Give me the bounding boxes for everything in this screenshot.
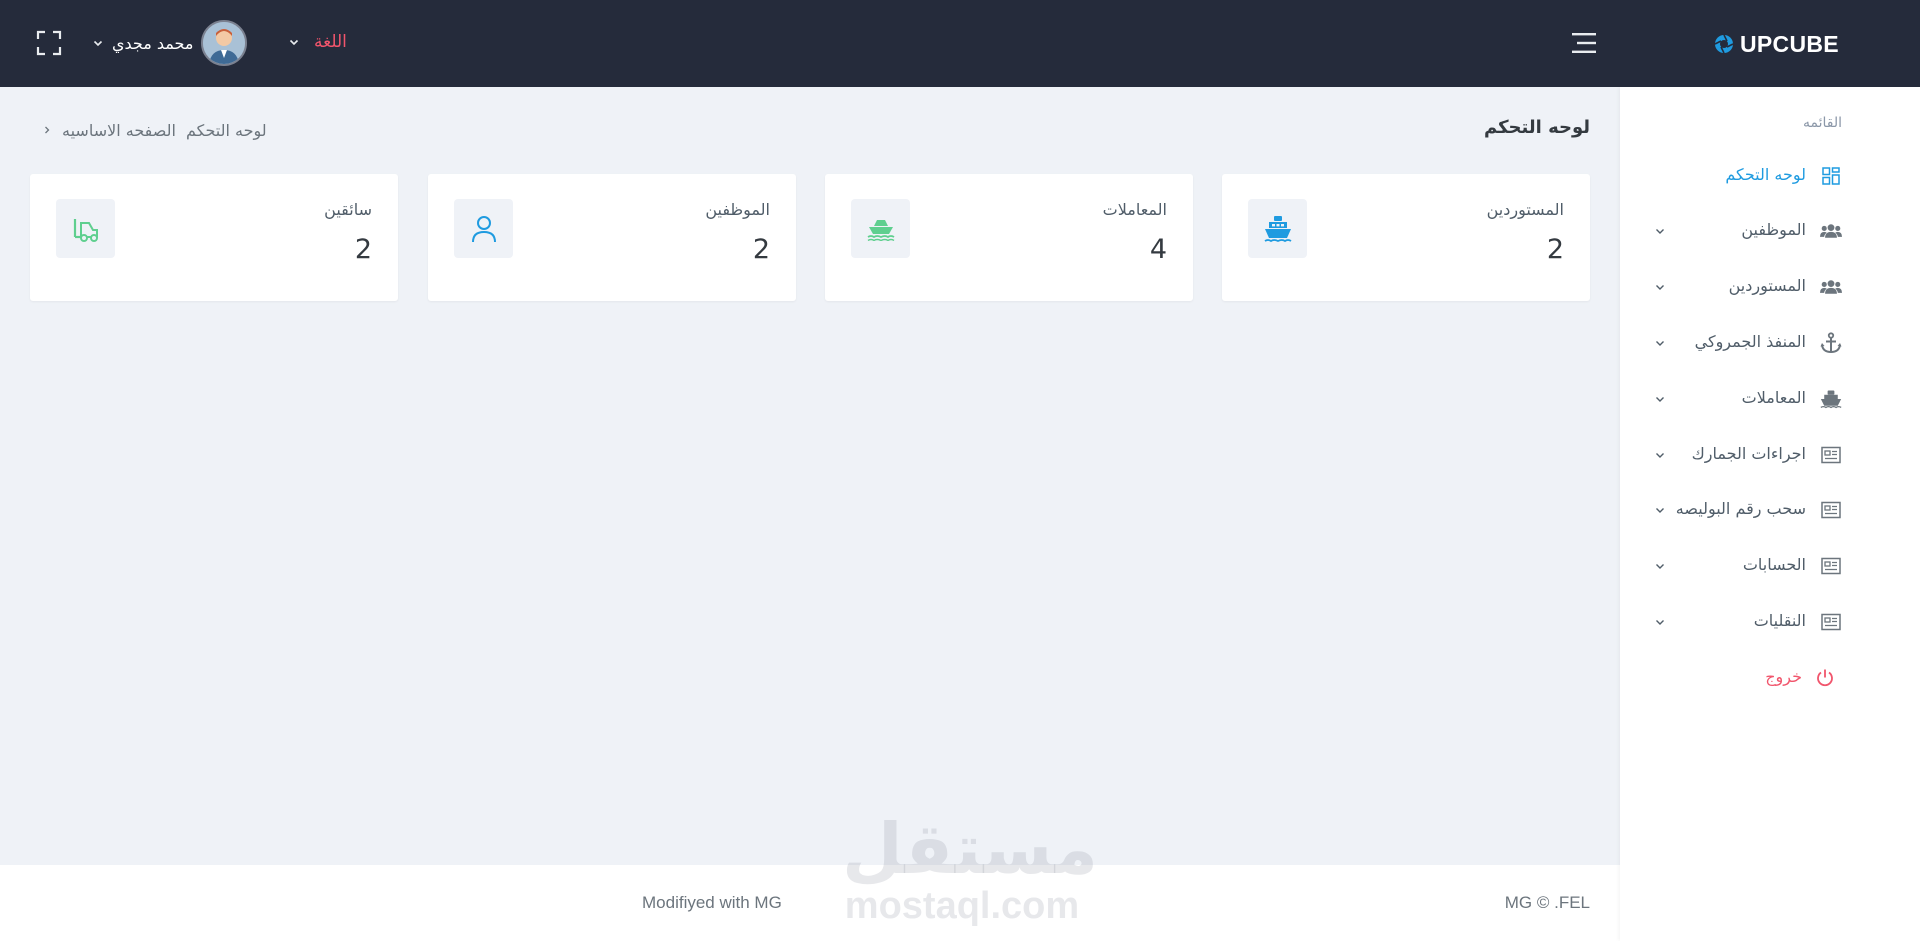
stat-card-value: 2 bbox=[752, 234, 770, 265]
sidebar-menu-title: القائمه bbox=[1803, 115, 1842, 131]
breadcrumb-current: لوحه التحكم bbox=[185, 120, 267, 140]
sidebar-item-customs-port[interactable]: المنفذ الجمروكي bbox=[1620, 323, 1920, 363]
users-icon bbox=[1820, 277, 1842, 297]
forklift-icon bbox=[56, 199, 115, 258]
chevron-down-icon bbox=[1656, 508, 1664, 513]
stat-card-employees: الموظفين 2 bbox=[428, 174, 796, 301]
sidebar-item-label: المعاملات bbox=[1741, 388, 1806, 407]
chevron-down-icon bbox=[1656, 620, 1664, 625]
language-label: اللغة bbox=[314, 32, 347, 52]
stat-card-value: 2 bbox=[354, 234, 372, 265]
sidebar-item-label: خروج bbox=[1765, 667, 1802, 686]
chevron-down-icon bbox=[1656, 229, 1664, 234]
hamburger-icon bbox=[1572, 33, 1596, 53]
sidebar-item-label: اجراءات الجمارك bbox=[1691, 444, 1806, 463]
sidebar-item-label: النقليات bbox=[1753, 611, 1806, 630]
user-name: محمد مجدي bbox=[112, 33, 194, 53]
sidebar-item-bill-of-lading[interactable]: سحب رقم البوليصه bbox=[1620, 490, 1920, 530]
sidebar-item-label: المنفذ الجمروكي bbox=[1694, 332, 1806, 351]
power-icon bbox=[1814, 668, 1836, 688]
anchor-icon bbox=[1820, 332, 1842, 354]
chevron-down-icon bbox=[289, 39, 299, 46]
stat-card-label: سائقين bbox=[324, 200, 372, 219]
users-icon bbox=[1820, 221, 1842, 241]
chevron-down-icon bbox=[1656, 285, 1664, 290]
aperture-logo-icon bbox=[1714, 34, 1734, 54]
page-title: لوحه التحكم bbox=[1483, 117, 1590, 138]
sidebar-item-accounts[interactable]: الحسابات bbox=[1620, 546, 1920, 586]
newspaper-icon bbox=[1820, 500, 1842, 520]
chevron-down-icon bbox=[1656, 397, 1664, 402]
footer-copyright: MG © .FEL bbox=[1504, 893, 1590, 912]
fullscreen-button[interactable] bbox=[36, 30, 62, 56]
stat-card-label: المعاملات bbox=[1102, 200, 1167, 219]
avatar[interactable] bbox=[201, 20, 248, 66]
sidebar-item-employees[interactable]: الموظفين bbox=[1620, 211, 1920, 251]
dashboard-grid-icon bbox=[1820, 166, 1842, 186]
fullscreen-icon bbox=[36, 30, 62, 56]
newspaper-icon bbox=[1820, 445, 1842, 465]
newspaper-icon bbox=[1820, 612, 1842, 632]
user-menu[interactable]: محمد مجدي bbox=[92, 20, 248, 66]
chevron-down-icon bbox=[1656, 341, 1664, 346]
brand-logo[interactable]: UPCUBE bbox=[1714, 30, 1839, 58]
sidebar-item-logout[interactable]: خروج bbox=[1620, 658, 1920, 698]
sidebar-item-label: لوحه التحكم bbox=[1725, 165, 1806, 184]
sidebar-item-dashboard[interactable]: لوحه التحكم bbox=[1620, 156, 1920, 196]
stat-card-transactions: المعاملات 4 bbox=[825, 174, 1193, 301]
sidebar-item-customs-procedures[interactable]: اجراءات الجمارك bbox=[1620, 435, 1920, 475]
footer: Modifiyed with MG MG © .FEL bbox=[0, 865, 1620, 941]
ship-sea-icon bbox=[851, 199, 910, 258]
breadcrumb: الصفحه الاساسيه لوحه التحكم bbox=[42, 119, 267, 141]
chevron-down-icon bbox=[1656, 453, 1664, 458]
user-icon bbox=[454, 199, 513, 258]
sidebar-item-transactions[interactable]: المعاملات bbox=[1620, 379, 1920, 419]
sidebar-item-transport[interactable]: النقليات bbox=[1620, 602, 1920, 642]
breadcrumb-home-link[interactable]: الصفحه الاساسيه bbox=[62, 121, 176, 140]
sidebar-item-label: الموظفين bbox=[1741, 220, 1806, 239]
sidebar-item-label: الحسابات bbox=[1742, 555, 1806, 574]
sidebar-item-label: المستوردين bbox=[1728, 276, 1806, 295]
sidebar-item-importers[interactable]: المستوردين bbox=[1620, 267, 1920, 307]
sidebar-item-label: سحب رقم البوليصه bbox=[1675, 499, 1806, 518]
chevron-down-icon bbox=[1656, 564, 1664, 569]
stat-card-drivers: سائقين 2 bbox=[30, 174, 398, 301]
chevron-down-icon bbox=[93, 40, 103, 47]
topbar: UPCUBE اللغة محمد مجدي bbox=[0, 0, 1920, 87]
brand-name: UPCUBE bbox=[1740, 30, 1839, 57]
newspaper-icon bbox=[1820, 556, 1842, 576]
menu-toggle-button[interactable] bbox=[1570, 30, 1598, 56]
stat-card-importers: المستوردين 2 bbox=[1222, 174, 1590, 301]
ship-icon bbox=[1820, 389, 1842, 409]
avatar-person-icon bbox=[203, 22, 246, 64]
stat-card-label: الموظفين bbox=[705, 200, 770, 219]
stat-card-value: 4 bbox=[1149, 234, 1167, 265]
stat-card-value: 2 bbox=[1546, 234, 1564, 265]
language-dropdown[interactable]: اللغة bbox=[288, 30, 347, 54]
sidebar: القائمه لوحه التحكم الموظفين المستوردين … bbox=[1620, 87, 1920, 941]
chevron-right-icon bbox=[45, 126, 50, 134]
ship-icon bbox=[1248, 199, 1307, 258]
stat-card-label: المستوردين bbox=[1486, 200, 1564, 219]
footer-credit: Modifiyed with MG bbox=[642, 893, 782, 912]
